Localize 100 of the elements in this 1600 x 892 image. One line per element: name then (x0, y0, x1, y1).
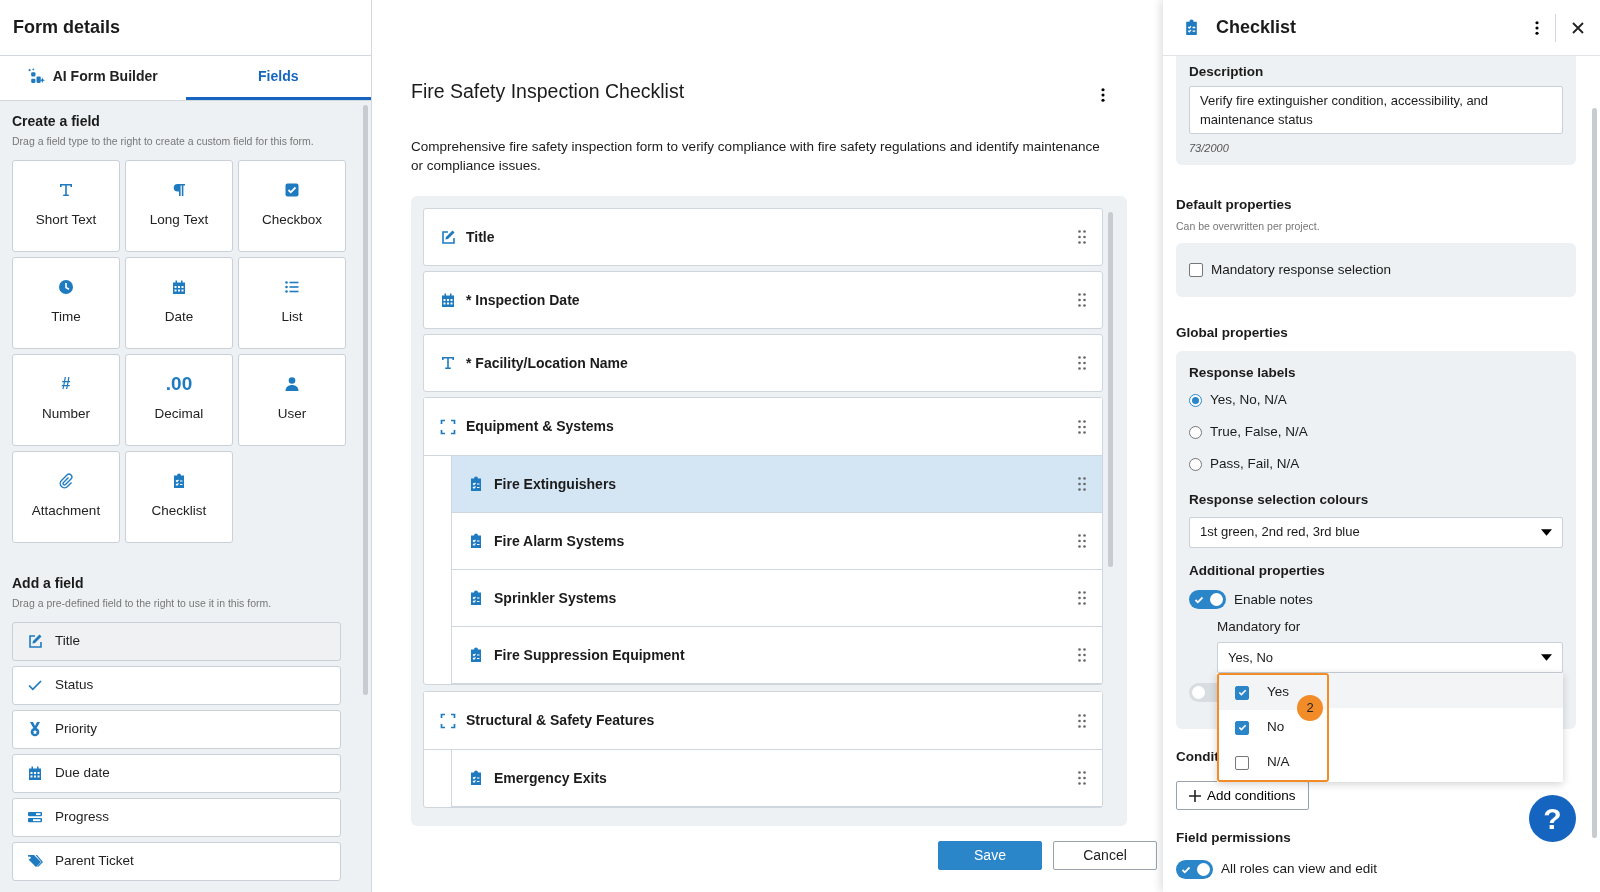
drag-handle-icon[interactable] (1078, 771, 1086, 785)
scrollbar[interactable] (1108, 212, 1113, 567)
section-hint: Can be overwritten per project. (1176, 219, 1321, 234)
option-label: Mandatory response selection (1211, 260, 1392, 279)
checkbox[interactable] (1189, 262, 1203, 277)
checkmark-icon (1194, 594, 1204, 605)
dropdown-option[interactable]: No (1219, 710, 1297, 745)
form-field-row[interactable]: Sprinkler Systems (451, 570, 1102, 627)
tile-label: Checkbox (261, 210, 322, 229)
drag-handle-icon[interactable] (1078, 477, 1086, 491)
help-button[interactable]: ? (1529, 795, 1576, 842)
mandatory-select[interactable]: Yes, No (1217, 642, 1563, 673)
section-title: Create a field (12, 112, 101, 131)
field-label: Equipment & Systems (466, 417, 615, 436)
clipboard-icon (468, 476, 484, 492)
field-label: Progress (55, 807, 110, 826)
field-type-tile[interactable]: Attachment (12, 450, 120, 543)
section-title: Add a field (12, 573, 85, 593)
form-field-row[interactable]: Emergency Exits (451, 750, 1102, 807)
form-field-row[interactable]: Fire Suppression Equipment (451, 627, 1102, 684)
radio-button[interactable] (1189, 393, 1202, 407)
predefined-field[interactable]: Title (12, 621, 341, 661)
drag-handle-icon[interactable] (1078, 356, 1086, 370)
colour-select[interactable]: 1st green, 2nd red, 3rd blue (1189, 516, 1563, 548)
section-title: Condit (1176, 748, 1219, 766)
field-label: Parent Ticket (55, 851, 134, 870)
predefined-field[interactable]: Progress (12, 797, 341, 837)
drag-handle-icon[interactable] (1078, 648, 1086, 662)
form-title: Fire Safety Inspection Checklist (411, 80, 685, 104)
section-title: Description (1189, 63, 1265, 81)
form-field-row[interactable]: Equipment & Systems (424, 398, 1102, 456)
field-label: Title (466, 227, 496, 247)
field-type-tile[interactable]: Checklist (125, 450, 233, 543)
cancel-button[interactable]: Cancel (1053, 841, 1157, 870)
save-button[interactable]: Save (938, 841, 1042, 870)
description-field[interactable]: Verify fire extinguisher condition, accessibility, and maintenance status (1189, 86, 1563, 135)
more-options-icon[interactable] (1101, 88, 1105, 103)
field-label: * Facility/Location Name (466, 353, 629, 373)
edit-icon (27, 633, 43, 649)
scrollbar[interactable] (363, 105, 368, 695)
medal-icon (27, 721, 43, 737)
drag-handle-icon[interactable] (1078, 534, 1086, 548)
predefined-field[interactable]: Priority (12, 709, 341, 749)
radio-button[interactable] (1189, 457, 1202, 471)
form-description: Comprehensive fire safety inspection form to verify compliance with fire safety regulations and identify maintenance or compliance issues. (411, 138, 1101, 175)
section-title: Response selection colours (1189, 491, 1370, 510)
field-label: Priority (55, 719, 97, 738)
drag-handle-icon[interactable] (1078, 591, 1086, 605)
option-label: N/A (1267, 753, 1290, 772)
field-type-tile[interactable]: List (238, 256, 346, 349)
add-conditions-button[interactable]: Add conditions (1176, 781, 1309, 811)
tile-label: Attachment (31, 501, 101, 520)
option-label: True, False, N/A (1210, 423, 1308, 442)
tile-label: Date (164, 307, 194, 326)
option-label: Pass, Fail, N/A (1210, 455, 1300, 474)
field-type-tile[interactable]: Checkbox (238, 159, 346, 252)
section-title: Global properties (1176, 323, 1289, 342)
drag-handle-icon[interactable] (1078, 230, 1086, 244)
section-hint: Drag a field type to the right to create a custom field for this form. (12, 134, 315, 149)
form-field-row[interactable]: * Inspection Date (423, 271, 1103, 329)
edit-icon (440, 229, 456, 245)
checkmark-icon (1237, 688, 1247, 697)
form-field-row[interactable]: * Facility/Location Name (423, 334, 1103, 392)
field-type-tile[interactable]: # Number (12, 353, 120, 446)
dropdown-option[interactable]: N/A (1219, 745, 1297, 780)
form-field-row[interactable]: Fire Alarm Systems (451, 513, 1102, 570)
section-icon (440, 712, 456, 729)
form-field-row[interactable]: Title (423, 208, 1103, 266)
tag-icon (27, 853, 43, 869)
drag-handle-icon[interactable] (1078, 419, 1086, 434)
hash-icon: # (61, 375, 71, 392)
toggle-switch[interactable] (1189, 590, 1226, 610)
field-label: Mandatory for (1217, 617, 1302, 636)
checkbox[interactable] (1235, 720, 1249, 735)
checkbox[interactable] (1235, 685, 1249, 700)
close-icon[interactable] (1572, 21, 1584, 34)
tile-label: Long Text (149, 210, 209, 229)
form-field-row[interactable]: Fire Extinguishers (451, 456, 1102, 513)
checkbox[interactable] (1235, 755, 1249, 770)
predefined-field[interactable]: Parent Ticket (12, 841, 341, 881)
scrollbar[interactable] (1592, 108, 1597, 838)
field-type-tile[interactable]: User (238, 353, 346, 446)
form-field-row[interactable]: Structural & Safety Features (424, 692, 1102, 750)
field-type-tile[interactable]: Date (125, 256, 233, 349)
field-type-tile[interactable]: Time (12, 256, 120, 349)
field-type-tile[interactable]: Short Text (12, 159, 120, 252)
predefined-field[interactable]: Due date (12, 753, 341, 793)
clipboard-icon (468, 590, 484, 606)
tile-label: Decimal (154, 404, 204, 423)
drag-handle-icon[interactable] (1078, 293, 1086, 307)
toggle-switch[interactable] (1176, 860, 1213, 879)
drag-handle-icon[interactable] (1078, 713, 1086, 728)
predefined-field[interactable]: Status (12, 665, 341, 705)
more-options-icon[interactable] (1535, 20, 1539, 35)
paragraph-icon (171, 181, 187, 198)
field-type-tile[interactable]: Long Text (125, 159, 233, 252)
checkmark-icon (1237, 723, 1247, 732)
field-type-tile[interactable]: .00 Decimal (125, 353, 233, 446)
radio-button[interactable] (1189, 425, 1202, 439)
paperclip-icon (58, 472, 74, 489)
